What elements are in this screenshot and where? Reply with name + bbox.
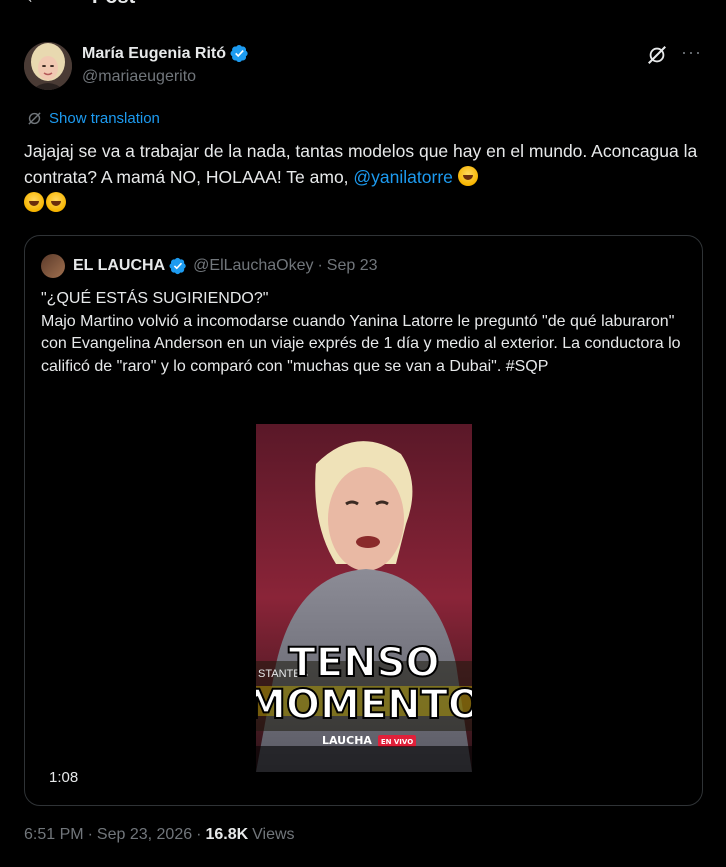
show-translation-link[interactable]: Show translation xyxy=(26,110,160,127)
post-date[interactable]: Sep 23, 2026 xyxy=(97,826,192,844)
quoted-post[interactable]: EL LAUCHA @ElLauchaOkey · Sep 23 "¿QUÉ E… xyxy=(24,235,703,806)
video-brand: LAUCHA xyxy=(322,734,372,747)
quoted-post-headline: "¿QUÉ ESTÁS SUGIRIENDO?" xyxy=(41,290,269,307)
rofl-emoji-icon xyxy=(457,166,478,186)
video-thumbnail: STANTES TENSO MOMENTO LAUCHA EN VIVO xyxy=(256,424,472,772)
avatar-image xyxy=(24,42,72,90)
video-player[interactable]: STANTES TENSO MOMENTO LAUCHA EN VIVO xyxy=(256,424,472,772)
post-text: Jajajaj se va a trabajar de la nada, tan… xyxy=(24,138,704,216)
author-name-row[interactable]: María Eugenia Ritó xyxy=(82,44,249,63)
rofl-emoji-icon xyxy=(46,192,66,212)
quoted-post-text: "¿QUÉ ESTÁS SUGIRIENDO?" Majo Martino vo… xyxy=(41,288,681,378)
back-arrow-icon[interactable]: ← xyxy=(24,0,44,9)
mention-link[interactable]: @yanilatorre xyxy=(353,167,452,187)
verified-badge-icon xyxy=(230,44,248,63)
avatar[interactable] xyxy=(24,42,72,90)
overlay-line2: MOMENTO xyxy=(256,682,472,728)
overlay-line1: TENSO xyxy=(289,640,440,686)
top-bar: ← Post xyxy=(0,0,726,10)
grok-icon[interactable] xyxy=(646,44,668,66)
meta-separator: · xyxy=(317,257,323,274)
author-handle[interactable]: @mariaeugerito xyxy=(82,68,196,86)
views-label: Views xyxy=(252,826,295,843)
show-translation-label: Show translation xyxy=(49,110,160,127)
more-options-icon[interactable]: ··· xyxy=(681,42,702,63)
post-header: María Eugenia Ritó @mariaeugerito ··· xyxy=(24,40,704,92)
post-time[interactable]: 6:51 PM xyxy=(24,826,84,844)
video-duration: 1:08 xyxy=(49,769,79,786)
quoted-post-body: Majo Martino volvió a incomodarse cuando… xyxy=(41,312,681,375)
meta-separator: · xyxy=(196,826,202,843)
page-title: Post xyxy=(92,0,135,9)
verified-badge-icon xyxy=(169,257,186,275)
quoted-avatar[interactable] xyxy=(41,254,65,278)
live-badge: EN VIVO xyxy=(381,738,413,746)
rofl-emoji-icon xyxy=(24,192,44,212)
quoted-post-header: EL LAUCHA @ElLauchaOkey · Sep 23 xyxy=(41,254,378,278)
meta-separator: · xyxy=(87,826,93,843)
author-display-name[interactable]: María Eugenia Ritó xyxy=(82,45,226,63)
quoted-author-name[interactable]: EL LAUCHA xyxy=(73,257,165,275)
views-count: 16.8K xyxy=(205,826,249,843)
quoted-post-date[interactable]: Sep 23 xyxy=(327,257,378,275)
quoted-author-handle[interactable]: @ElLauchaOkey xyxy=(193,257,313,275)
translate-icon xyxy=(28,112,41,125)
post-footer: 6:51 PM · Sep 23, 2026 · 16.8K Views xyxy=(24,826,295,844)
